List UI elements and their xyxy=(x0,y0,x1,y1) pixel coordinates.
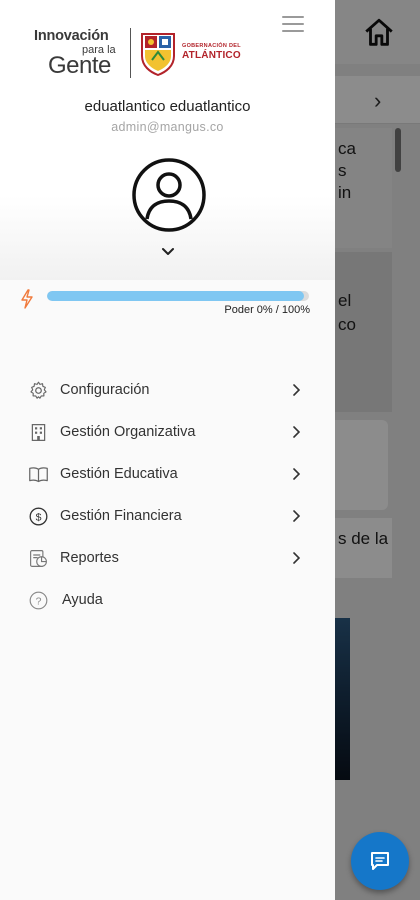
svg-text:?: ? xyxy=(36,595,42,607)
chat-button[interactable] xyxy=(351,832,409,890)
report-icon xyxy=(30,550,47,567)
chevron-right-icon xyxy=(293,384,300,396)
menu-item-gestion-educativa[interactable]: Gestión Educativa xyxy=(0,454,335,494)
chevron-right-icon xyxy=(293,468,300,480)
gear-icon xyxy=(30,381,47,399)
logo-divider xyxy=(130,28,131,78)
lightning-icon xyxy=(21,289,33,309)
chevron-down-icon[interactable] xyxy=(161,247,175,257)
navigation-drawer: Innovación para la Gente GOBERNACIÓN DEL… xyxy=(0,0,335,900)
menu-item-gestion-financiera[interactable]: $ Gestión Financiera xyxy=(0,496,335,536)
logo-text: Innovación xyxy=(34,28,109,44)
chat-icon xyxy=(371,852,389,870)
logo-text: GOBERNACIÓN DEL xyxy=(182,43,241,49)
building-icon xyxy=(31,424,46,441)
chevron-right-icon xyxy=(293,426,300,438)
power-progress-fill xyxy=(47,291,304,301)
menu-item-reportes[interactable]: Reportes xyxy=(0,538,335,578)
chevron-right-icon xyxy=(293,510,300,522)
help-circle-icon: ? xyxy=(29,591,48,610)
avatar-icon[interactable] xyxy=(131,157,207,233)
svg-text:$: $ xyxy=(36,511,42,523)
menu-item-label: Gestión Financiera xyxy=(60,508,182,524)
dollar-circle-icon: $ xyxy=(29,507,48,526)
menu-item-gestion-organizativa[interactable]: Gestión Organizativa xyxy=(0,412,335,452)
chevron-right-icon xyxy=(293,552,300,564)
power-progress-bar xyxy=(47,291,309,301)
menu-item-configuracion[interactable]: Configuración xyxy=(0,370,335,410)
menu-item-label: Ayuda xyxy=(62,592,103,608)
logo-text: ATLÁNTICO xyxy=(182,50,241,61)
power-progress-label: Poder 0% / 100% xyxy=(224,304,310,316)
user-name: eduatlantico eduatlantico xyxy=(84,98,251,115)
innovacion-logo: Innovación para la Gente xyxy=(34,26,120,82)
menu-item-label: Gestión Educativa xyxy=(60,466,178,482)
brand-logo: Innovación para la Gente GOBERNACIÓN DEL… xyxy=(34,26,262,82)
menu-item-label: Configuración xyxy=(60,382,150,398)
hamburger-menu-icon[interactable] xyxy=(282,16,304,32)
menu-item-label: Gestión Organizativa xyxy=(60,424,196,440)
atlantico-shield-icon xyxy=(141,33,175,76)
logo-text: Gente xyxy=(48,52,111,79)
menu-item-ayuda[interactable]: ? Ayuda xyxy=(0,580,335,620)
menu-item-label: Reportes xyxy=(60,550,119,566)
book-icon xyxy=(29,467,48,483)
user-email: admin@mangus.co xyxy=(111,120,224,134)
